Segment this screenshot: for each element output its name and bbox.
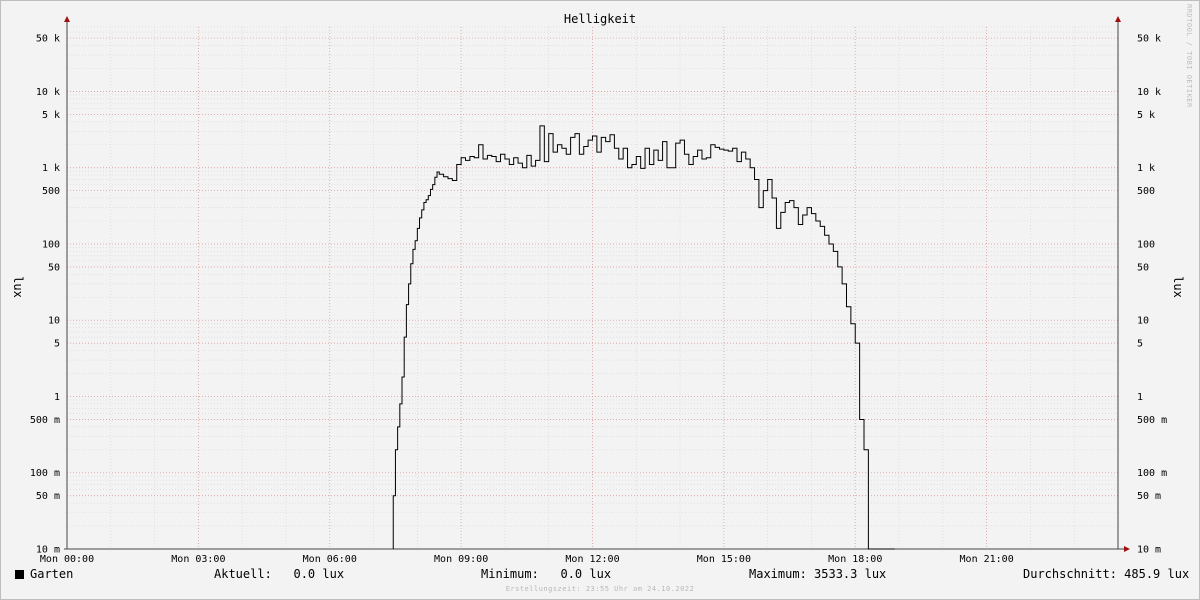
y-tick-label-right: 100 m [1137,468,1167,479]
y-axis-arrow-right [1115,16,1121,22]
y-tick-label-right: 50 k [1137,34,1161,45]
major-grid [66,27,1118,550]
legend-average: Durchschnitt: 485.9 lux [1023,567,1190,581]
y-tick-label-left: 1 k [42,163,60,174]
x-tick-label: Mon 15:00 [697,554,751,565]
legend-swatch-garten [15,570,24,579]
x-tick-label: Mon 06:00 [303,554,357,565]
y-axis-label-right: lux [1171,276,1185,298]
y-axis-label-left: lux [11,276,25,298]
y-tick-label-right: 10 k [1137,87,1161,98]
x-tick-label: Mon 09:00 [434,554,488,565]
y-tick-label-left: 500 [42,186,60,197]
legend-current: Aktuell: 0.0 lux [214,567,345,581]
y-tick-label-left: 5 k [42,110,60,121]
y-tick-label-right: 500 [1137,186,1155,197]
series-lines [392,125,895,550]
y-tick-label-right: 1 [1137,392,1143,403]
y-tick-label-left: 50 k [36,34,60,45]
y-tick-label-left: 10 k [36,87,60,98]
y-axis-arrow-left [64,16,70,22]
y-tick-label-left: 5 [54,339,60,350]
y-tick-label-left: 10 [48,316,60,327]
y-tick-label-left: 50 [48,262,60,273]
y-tick-label-left: 10 m [36,545,60,556]
footer-timestamp: Erstellungszeit: 23:55 Uhr am 24.10.2022 [505,585,695,593]
y-tick-label-left: 500 m [30,415,60,426]
legend-minimum: Minimum: 0.0 lux [481,567,612,581]
legend-series-name: Garten [30,567,74,581]
y-tick-label-right: 5 k [1137,110,1155,121]
y-tick-label-left: 100 [42,239,60,250]
y-tick-label-left: 50 m [36,491,60,502]
x-tick-label: Mon 21:00 [960,554,1014,565]
rrdtool-watermark: RRDTOOL / TOBI OETIKER [1185,4,1193,108]
brightness-chart: Mon 00:00 Mon 03:00 Mon 06:00 Mon 09:00 Mon … [11,12,1185,565]
legend-maximum: Maximum: 3533.3 lux [749,567,887,581]
y-tick-label-left: 100 m [30,468,60,479]
chart-title: Helligkeit [564,12,636,26]
x-tick-labels: Mon 00:00 Mon 03:00 Mon 06:00 Mon 09:00 Mon … [40,554,1014,565]
x-tick-label: Mon 00:00 [40,554,94,565]
x-tick-label: Mon 03:00 [171,554,225,565]
y-tick-labels-right: 10 m 50 m 100 m 500 m 1 5 10 50 100 500 1 k 5 k 10 k… [1137,34,1167,556]
series-line-garten [392,125,895,550]
y-tick-label-left: 1 [54,392,60,403]
x-axis-arrow [1124,546,1130,552]
x-tick-label: Mon 18:00 [828,554,882,565]
y-tick-label-right: 50 m [1137,491,1161,502]
y-tick-label-right: 10 [1137,316,1149,327]
x-tick-label: Mon 12:00 [565,554,619,565]
y-tick-label-right: 10 m [1137,545,1161,556]
y-tick-label-right: 500 m [1137,415,1167,426]
y-tick-label-right: 5 [1137,339,1143,350]
y-tick-labels-left: 10 m 50 m 100 m 500 m 1 5 10 50 100 500 1 k 5 k 10 k… [30,34,60,556]
y-tick-label-right: 50 [1137,262,1149,273]
y-tick-label-right: 1 k [1137,163,1155,174]
y-tick-label-right: 100 [1137,239,1155,250]
